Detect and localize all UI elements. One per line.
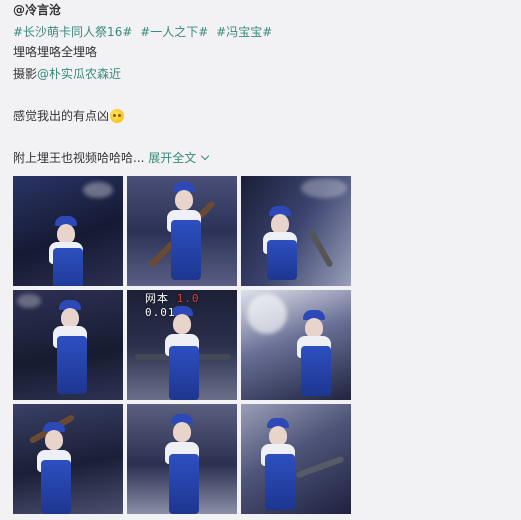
expand-full-text-link[interactable]: 展开全文 <box>148 151 210 165</box>
post-text-line-3-text: 感觉我出的有点凶 <box>13 109 110 123</box>
chevron-down-icon <box>201 151 210 161</box>
image-thumbnail-8[interactable] <box>127 404 237 514</box>
post-text-line-4-text: 附上埋王也视频哈哈哈... <box>13 151 145 165</box>
topic-tag-character[interactable]: #冯宝宝# <box>216 25 272 39</box>
image-thumbnail-5[interactable]: 网本 1.0 0.01 <box>127 290 237 400</box>
topic-tags: #长沙萌卡同人祭16# #一人之下# #冯宝宝# <box>13 24 276 40</box>
weibo-post: @冷言沧 #长沙萌卡同人祭16# #一人之下# #冯宝宝# 埋咯埋咯全埋咯 摄影… <box>0 0 521 520</box>
expand-full-text-label: 展开全文 <box>148 151 197 165</box>
image-thumbnail-4[interactable] <box>13 290 123 400</box>
image-thumbnail-7[interactable] <box>13 404 123 514</box>
author-name[interactable]: @冷言沧 <box>13 2 61 18</box>
post-text-line-2: 摄影@朴实瓜农森近 <box>13 66 121 82</box>
image-thumbnail-3[interactable] <box>241 176 351 286</box>
photo-credit-label: 摄影 <box>13 67 38 81</box>
watermark-text-right: 0.01 <box>145 306 176 319</box>
image-thumbnail-1[interactable] <box>13 176 123 286</box>
laugh-cry-emoji-icon <box>110 109 125 123</box>
image-grid: 网本 1.0 0.01 <box>13 176 351 514</box>
image-watermark: 网本 1.0 0.01 <box>145 290 237 319</box>
photographer-mention[interactable]: @朴实瓜农森近 <box>37 67 121 81</box>
post-text-line-3: 感觉我出的有点凶 <box>13 108 125 124</box>
topic-tag-series[interactable]: #一人之下# <box>140 25 208 39</box>
image-thumbnail-2[interactable] <box>127 176 237 286</box>
watermark-text-red: 1.0 <box>176 292 200 305</box>
post-text-line-4: 附上埋王也视频哈哈哈... 展开全文 <box>13 150 210 166</box>
image-thumbnail-6[interactable] <box>241 290 351 400</box>
image-thumbnail-9[interactable] <box>241 404 351 514</box>
watermark-text-left: 网本 <box>145 292 169 305</box>
topic-tag-event[interactable]: #长沙萌卡同人祭16# <box>13 25 132 39</box>
post-text-line-1: 埋咯埋咯全埋咯 <box>13 45 98 59</box>
